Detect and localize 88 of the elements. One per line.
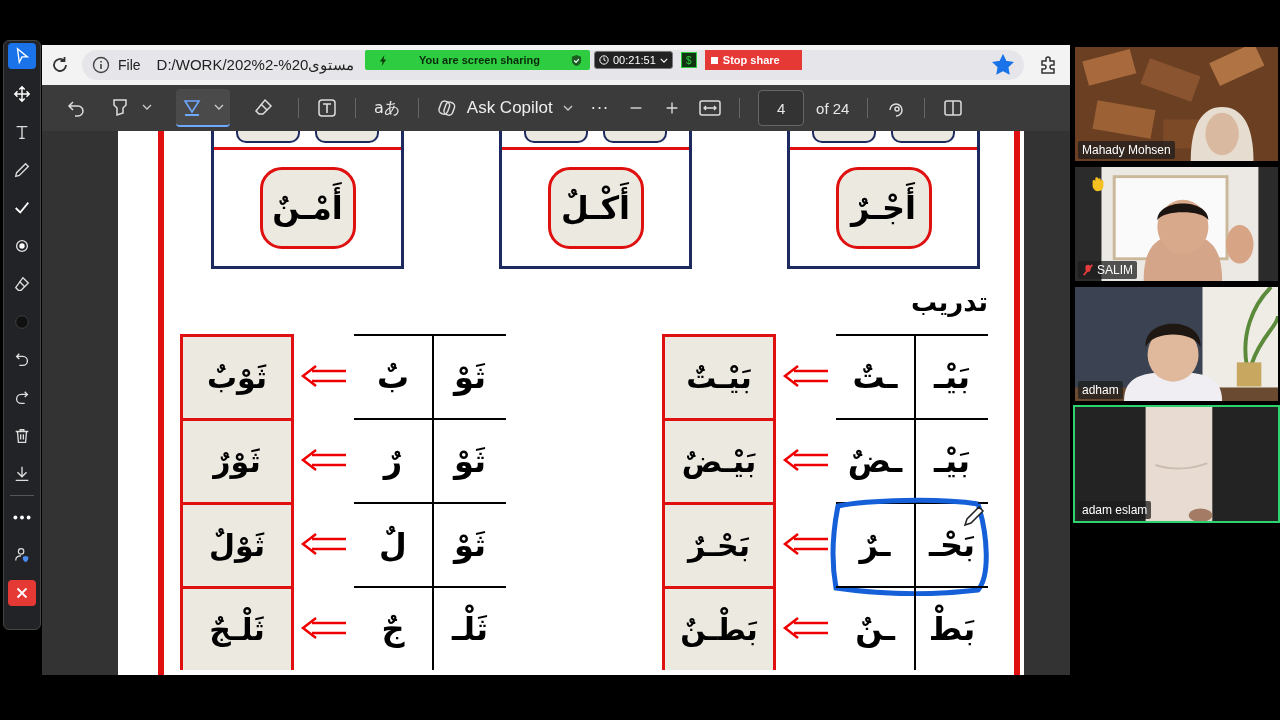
syllable-cell: ثَلْـ xyxy=(434,586,506,670)
spotlight-icon xyxy=(13,237,31,255)
caret-icon xyxy=(659,57,668,63)
stop-share-button[interactable]: Stop share xyxy=(704,50,802,70)
syllable-cell: ثَوْ xyxy=(434,418,506,502)
info-icon[interactable] xyxy=(92,56,110,74)
puzzle-icon[interactable] xyxy=(1038,55,1058,75)
close-tool-button[interactable] xyxy=(8,580,36,606)
timer-button[interactable]: 00:21:51 xyxy=(594,51,673,69)
syllable-cell: ـتٌ xyxy=(836,334,916,418)
more-button[interactable]: ··· xyxy=(590,98,610,118)
syllable-cell: رٌ xyxy=(354,418,434,502)
text-box-icon[interactable] xyxy=(317,98,337,118)
syllable-cell: لٌ xyxy=(354,502,434,586)
word-label: أَجْـرٌ xyxy=(835,167,932,249)
syllable-cell: جٌ xyxy=(354,586,434,670)
word-label: أَمْـنٌ xyxy=(259,167,356,249)
word-cell: بَطْـنٌ xyxy=(662,586,776,670)
double-arrow-icon xyxy=(782,365,830,387)
syllable-cell: بَطْ xyxy=(916,586,988,670)
word-cell: بَيْـضٌ xyxy=(662,418,776,502)
select-tool-button[interactable] xyxy=(8,43,36,69)
undo-icon xyxy=(13,351,31,369)
undo-icon[interactable] xyxy=(66,98,86,118)
redo-icon xyxy=(13,389,31,407)
checkmark-icon xyxy=(13,199,31,217)
word-cell: بَحْـرٌ xyxy=(662,502,776,586)
syllable-cell: ـضٌ xyxy=(836,418,916,502)
exercise-title: تدريب xyxy=(910,286,988,317)
word-label: أَكْـلٌ xyxy=(547,167,644,249)
video-tile[interactable]: Mahady Mohsen xyxy=(1073,45,1280,163)
video-tile[interactable]: SALIM xyxy=(1073,165,1280,283)
caret-icon xyxy=(214,104,224,110)
syllable-cell: بٌ xyxy=(354,334,434,418)
participant-name: Mahady Mohsen xyxy=(1082,143,1171,157)
participant-name: adham xyxy=(1082,383,1119,397)
double-arrow-icon xyxy=(782,449,830,471)
ask-copilot-button[interactable]: Ask Copilot xyxy=(436,98,573,118)
word-cell: ثَوْرٌ xyxy=(180,418,294,502)
refresh-icon[interactable] xyxy=(50,55,70,75)
video-tile[interactable]: adam eslam xyxy=(1073,405,1280,523)
shield-check-icon xyxy=(571,54,582,66)
url-scheme: File xyxy=(118,57,141,73)
page-view-icon[interactable] xyxy=(943,98,964,118)
syllable-cell: بَيْـ xyxy=(916,418,988,502)
double-arrow-icon xyxy=(300,449,348,471)
trash-icon xyxy=(13,427,31,445)
more-icon xyxy=(13,514,31,520)
page-number-field[interactable]: 4 xyxy=(758,90,805,126)
syllable-cell: ـنٌ xyxy=(836,586,916,670)
clock-icon xyxy=(599,55,609,65)
syllable-cell: ثَوْ xyxy=(434,502,506,586)
double-arrow-icon xyxy=(300,365,348,387)
page-count: of 24 xyxy=(816,99,850,117)
download-icon xyxy=(13,465,31,483)
double-arrow-icon xyxy=(300,533,348,555)
double-arrow-icon xyxy=(300,617,348,639)
double-arrow-icon xyxy=(782,533,830,555)
caret-icon xyxy=(562,105,573,111)
word-cell: ثَلْـجٌ xyxy=(180,586,294,670)
lightning-icon xyxy=(379,54,388,66)
video-tile[interactable]: adham xyxy=(1073,285,1280,403)
pencil-icon xyxy=(13,161,31,179)
syllable-cell: ـرٌ xyxy=(836,502,916,586)
user-shield-icon xyxy=(13,546,31,564)
eraser-icon xyxy=(13,275,31,293)
double-arrow-icon xyxy=(782,617,830,639)
sharing-status: You are screen sharing xyxy=(419,54,540,66)
pen-icon xyxy=(182,97,202,117)
fit-width-icon[interactable] xyxy=(699,99,722,117)
copilot-icon xyxy=(436,98,457,118)
syllable-cell: بَيْـ xyxy=(916,334,988,418)
move-icon xyxy=(13,85,31,103)
participant-name: adam eslam xyxy=(1082,503,1148,517)
highlighter-icon xyxy=(110,97,130,117)
word-cell: بَيْـتٌ xyxy=(662,334,776,418)
translate-button[interactable]: aあ xyxy=(374,97,400,119)
word-cell: ثَوْلٌ xyxy=(180,502,294,586)
url-text: D:/WORK/202%مستوى20%-2 xyxy=(156,56,355,74)
draw-button[interactable] xyxy=(176,89,230,127)
circle-icon xyxy=(13,313,31,331)
eraser-icon xyxy=(254,97,274,117)
caret-icon xyxy=(142,104,152,110)
star-icon[interactable] xyxy=(992,54,1014,76)
participant-name: SALIM xyxy=(1097,263,1133,277)
syllable-cell: ثَوْ xyxy=(434,334,506,418)
word-cell: ثَوْبٌ xyxy=(180,334,294,418)
pencil-cursor-icon xyxy=(962,504,986,528)
